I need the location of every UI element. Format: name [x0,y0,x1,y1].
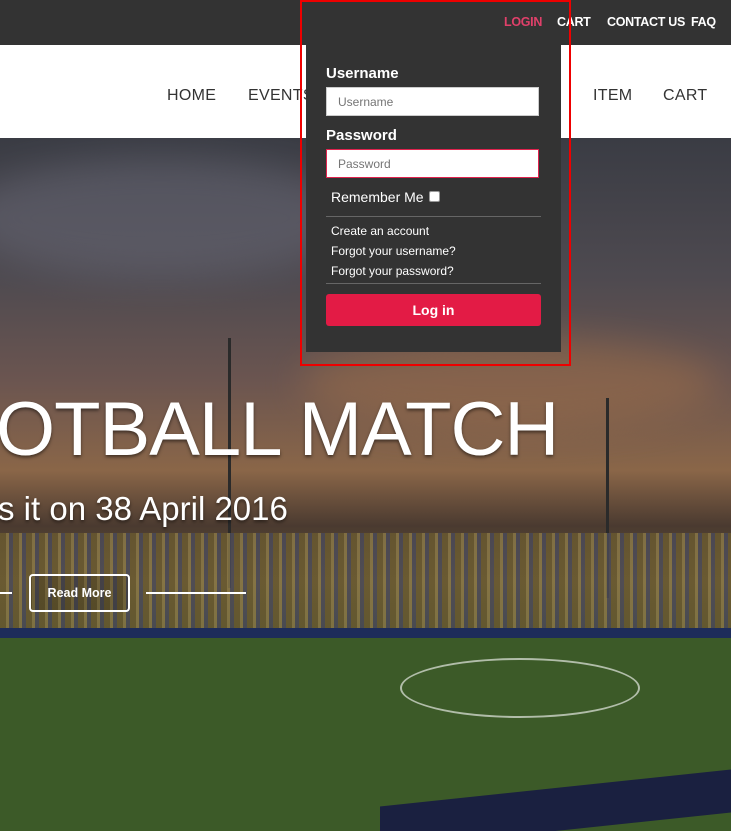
field-circle [400,658,640,718]
nav-cart[interactable]: CART [663,87,707,105]
divider-line [146,592,246,594]
divider-line [0,592,12,594]
topbar-contact-link[interactable]: CONTACT US [607,15,685,29]
hero-subtitle: s it on 38 April 2016 [0,490,288,527]
highlight-frame [300,0,571,366]
nav-item[interactable]: ITEM [593,87,632,105]
hero-title: OTBALL MATCH [0,387,559,472]
nav-home[interactable]: HOME [167,87,216,105]
topbar-faq-link[interactable]: FAQ [691,15,716,29]
read-more-button[interactable]: Read More [29,574,130,612]
